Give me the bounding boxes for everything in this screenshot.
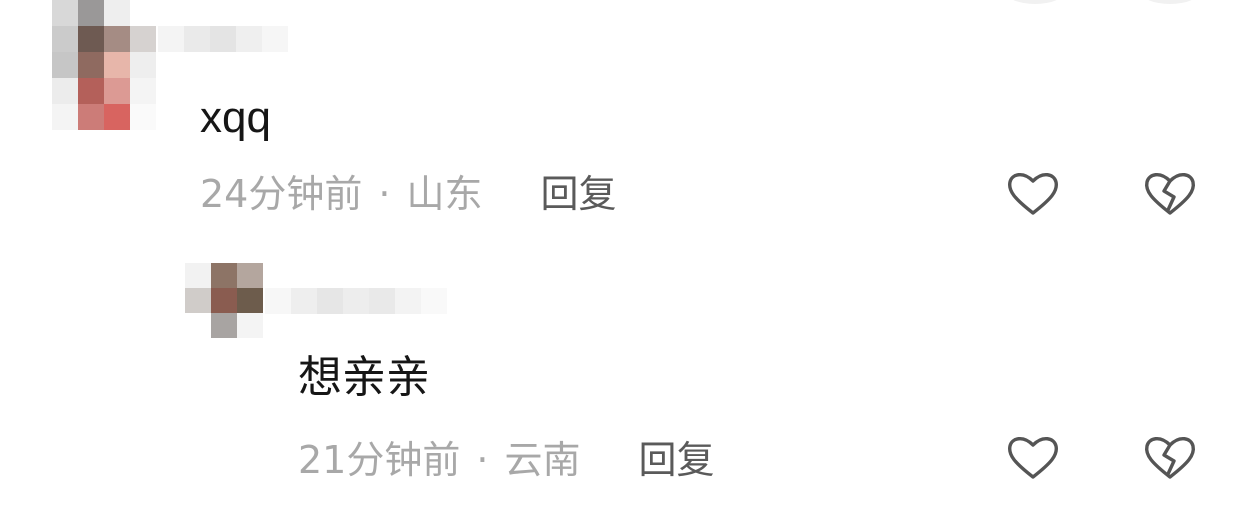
broken-heart-icon <box>1144 173 1196 215</box>
username[interactable] <box>265 288 447 314</box>
reply-button[interactable]: 回复 <box>638 436 714 484</box>
separator-dot: · <box>378 172 391 216</box>
comment-location: 云南 <box>504 438 581 482</box>
dislike-button[interactable] <box>1142 166 1198 222</box>
comment-list: xqq 24分钟前 · 山东 回复 想亲亲 21分钟前 · 云南 回复 <box>0 0 1260 528</box>
like-button[interactable] <box>1005 166 1061 222</box>
top-edge-shadow <box>1005 0 1065 4</box>
top-edge-shadow <box>1140 0 1200 4</box>
comment-meta: 24分钟前 · 山东 回复 <box>200 170 616 218</box>
avatar[interactable] <box>185 263 263 338</box>
comment-text: xqq <box>200 93 271 142</box>
comment-time: 21分钟前 <box>298 438 461 482</box>
username[interactable] <box>158 26 288 52</box>
comment-time: 24分钟前 <box>200 172 363 216</box>
comment-location: 山东 <box>406 172 483 216</box>
comment-meta: 21分钟前 · 云南 回复 <box>298 436 714 484</box>
comment-text: 想亲亲 <box>298 352 430 403</box>
reply-button[interactable]: 回复 <box>540 170 616 218</box>
like-button[interactable] <box>1005 430 1061 486</box>
dislike-button[interactable] <box>1142 430 1198 486</box>
heart-outline-icon <box>1007 437 1059 479</box>
separator-dot: · <box>476 438 489 482</box>
broken-heart-icon <box>1144 437 1196 479</box>
avatar[interactable] <box>52 0 156 130</box>
heart-outline-icon <box>1007 173 1059 215</box>
